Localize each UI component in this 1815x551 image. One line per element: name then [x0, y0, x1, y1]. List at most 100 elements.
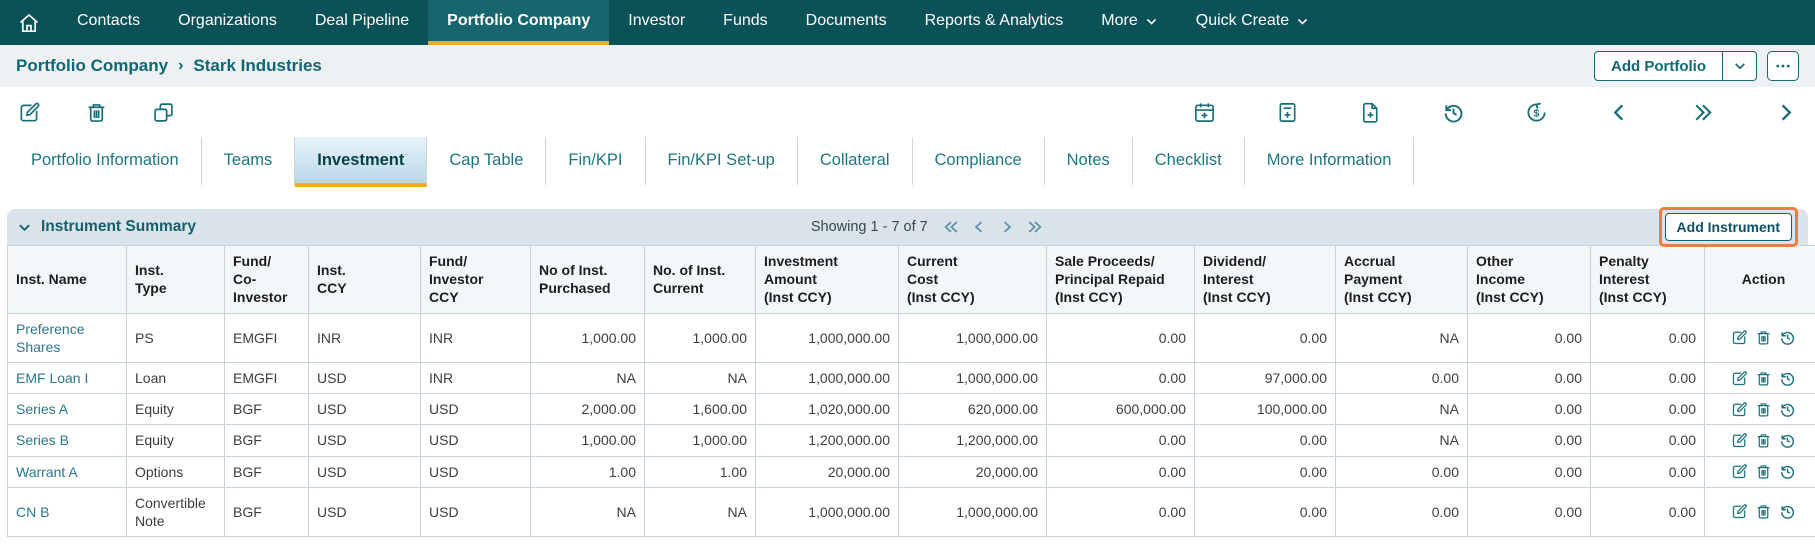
ellipsis-icon — [1774, 57, 1792, 75]
nav-item-reports-analytics[interactable]: Reports & Analytics — [906, 0, 1083, 45]
row-delete-button[interactable] — [1755, 432, 1772, 449]
history-icon — [1779, 401, 1796, 418]
row-edit-button[interactable] — [1731, 463, 1748, 480]
table-cell: 1,000,000.00 — [756, 362, 899, 393]
nav-item-documents[interactable]: Documents — [787, 0, 906, 45]
column-header-action: Action — [1705, 246, 1815, 314]
nav-item-investor[interactable]: Investor — [609, 0, 704, 45]
row-history-button[interactable] — [1779, 503, 1796, 520]
table-cell: 0.00 — [1195, 313, 1336, 362]
instrument-name-link[interactable]: CN B — [16, 504, 49, 520]
nav-item-organizations[interactable]: Organizations — [159, 0, 296, 45]
instrument-name-link[interactable]: EMF Loan I — [16, 370, 88, 386]
nav-item-funds[interactable]: Funds — [704, 0, 786, 45]
instrument-name-link[interactable]: Preference Shares — [16, 321, 84, 355]
row-edit-button[interactable] — [1731, 503, 1748, 520]
table-cell: 0.00 — [1195, 487, 1336, 536]
table-cell: 97,000.00 — [1195, 362, 1336, 393]
edit-button[interactable] — [18, 101, 41, 124]
table-cell: NA — [1336, 313, 1468, 362]
table-row: Series BEquityBGFUSDUSD1,000.001,000.001… — [8, 425, 1815, 456]
more-options-button[interactable] — [1767, 51, 1799, 81]
chevron-left-button[interactable] — [1608, 101, 1631, 124]
table-cell: 0.00 — [1047, 425, 1195, 456]
add-instrument-button[interactable]: Add Instrument — [1665, 213, 1792, 241]
column-header-no-of-inst-purchased: No of Inst. Purchased — [531, 246, 645, 314]
table-cell: 1,000,000.00 — [899, 362, 1047, 393]
tab-fin-kpi-set-up[interactable]: Fin/KPI Set-up — [646, 137, 798, 187]
instrument-name-link[interactable]: Series A — [16, 401, 68, 417]
tab-investment[interactable]: Investment — [295, 137, 427, 187]
currency-history-button[interactable]: $ — [1525, 101, 1548, 124]
table-cell: 0.00 — [1047, 362, 1195, 393]
edit-icon — [1731, 370, 1748, 387]
add-portfolio-button[interactable]: Add Portfolio — [1594, 51, 1757, 81]
tab-collateral[interactable]: Collateral — [798, 137, 913, 187]
row-history-button[interactable] — [1779, 329, 1796, 346]
table-cell: 0.00 — [1468, 394, 1591, 425]
nav-item-portfolio-company[interactable]: Portfolio Company — [428, 0, 609, 45]
add-portfolio-dropdown-toggle[interactable] — [1722, 52, 1756, 80]
tab-teams[interactable]: Teams — [202, 137, 296, 187]
nav-item-more[interactable]: More — [1082, 0, 1176, 45]
history-icon — [1779, 370, 1796, 387]
double-chevron-right-icon — [1691, 101, 1714, 124]
breadcrumb-parent[interactable]: Portfolio Company — [16, 56, 168, 76]
instrument-name-cell: Series B — [8, 425, 127, 456]
table-cell: USD — [309, 487, 421, 536]
pg-next-icon[interactable] — [998, 218, 1016, 236]
double-chevron-right-button[interactable] — [1691, 101, 1714, 124]
pg-prev-icon[interactable] — [970, 218, 988, 236]
row-edit-button[interactable] — [1731, 370, 1748, 387]
row-delete-button[interactable] — [1755, 463, 1772, 480]
instrument-name-link[interactable]: Warrant A — [16, 464, 78, 480]
row-history-button[interactable] — [1779, 432, 1796, 449]
nav-item-deal-pipeline[interactable]: Deal Pipeline — [296, 0, 428, 45]
collapse-section-icon[interactable] — [17, 220, 32, 235]
delete-button[interactable] — [85, 101, 108, 124]
calendar-add-icon — [1193, 101, 1216, 124]
tab-notes[interactable]: Notes — [1045, 137, 1133, 187]
pagination-group: Showing 1 - 7 of 7 — [196, 218, 1659, 236]
row-delete-button[interactable] — [1755, 401, 1772, 418]
table-cell: NA — [1336, 425, 1468, 456]
board-add-button[interactable] — [1276, 101, 1299, 124]
row-edit-button[interactable] — [1731, 329, 1748, 346]
row-edit-button[interactable] — [1731, 401, 1748, 418]
tab-checklist[interactable]: Checklist — [1133, 137, 1245, 187]
row-delete-button[interactable] — [1755, 370, 1772, 387]
table-cell: 1,000.00 — [645, 313, 756, 362]
row-history-button[interactable] — [1779, 401, 1796, 418]
duplicate-button[interactable] — [152, 101, 175, 124]
file-add-button[interactable] — [1359, 101, 1382, 124]
delete-icon — [1755, 401, 1772, 418]
tab-label: More Information — [1267, 151, 1392, 170]
row-history-button[interactable] — [1779, 370, 1796, 387]
tab-portfolio-information[interactable]: Portfolio Information — [8, 137, 202, 187]
highlight-annotation: Add Instrument — [1659, 207, 1798, 247]
top-navigation: ContactsOrganizationsDeal Pipeline Portfo… — [0, 0, 1815, 45]
tab-more-information[interactable]: More Information — [1245, 137, 1415, 187]
row-edit-button[interactable] — [1731, 432, 1748, 449]
instrument-name-link[interactable]: Series B — [16, 432, 69, 448]
table-row: Preference SharesPSEMGFIINRINR1,000.001,… — [8, 313, 1815, 362]
table-cell: NA — [645, 362, 756, 393]
home-button[interactable] — [0, 0, 58, 45]
pg-first-icon[interactable] — [942, 218, 960, 236]
row-delete-button[interactable] — [1755, 329, 1772, 346]
tab-compliance[interactable]: Compliance — [913, 137, 1045, 187]
chevron-right-button[interactable] — [1774, 101, 1797, 124]
nav-item-quick-create[interactable]: Quick Create — [1177, 0, 1328, 45]
table-cell: BGF — [225, 425, 309, 456]
row-history-button[interactable] — [1779, 463, 1796, 480]
tab-fin-kpi[interactable]: Fin/KPI — [546, 137, 645, 187]
history-button[interactable] — [1442, 101, 1465, 124]
delete-icon — [1755, 503, 1772, 520]
tab-cap-table[interactable]: Cap Table — [427, 137, 546, 187]
row-delete-button[interactable] — [1755, 503, 1772, 520]
pg-last-icon[interactable] — [1026, 218, 1044, 236]
nav-item-label: Portfolio Company — [447, 12, 590, 30]
nav-item-contacts[interactable]: Contacts — [58, 0, 159, 45]
table-row: EMF Loan ILoanEMGFIUSDINRNANA1,000,000.0… — [8, 362, 1815, 393]
calendar-add-button[interactable] — [1193, 101, 1216, 124]
